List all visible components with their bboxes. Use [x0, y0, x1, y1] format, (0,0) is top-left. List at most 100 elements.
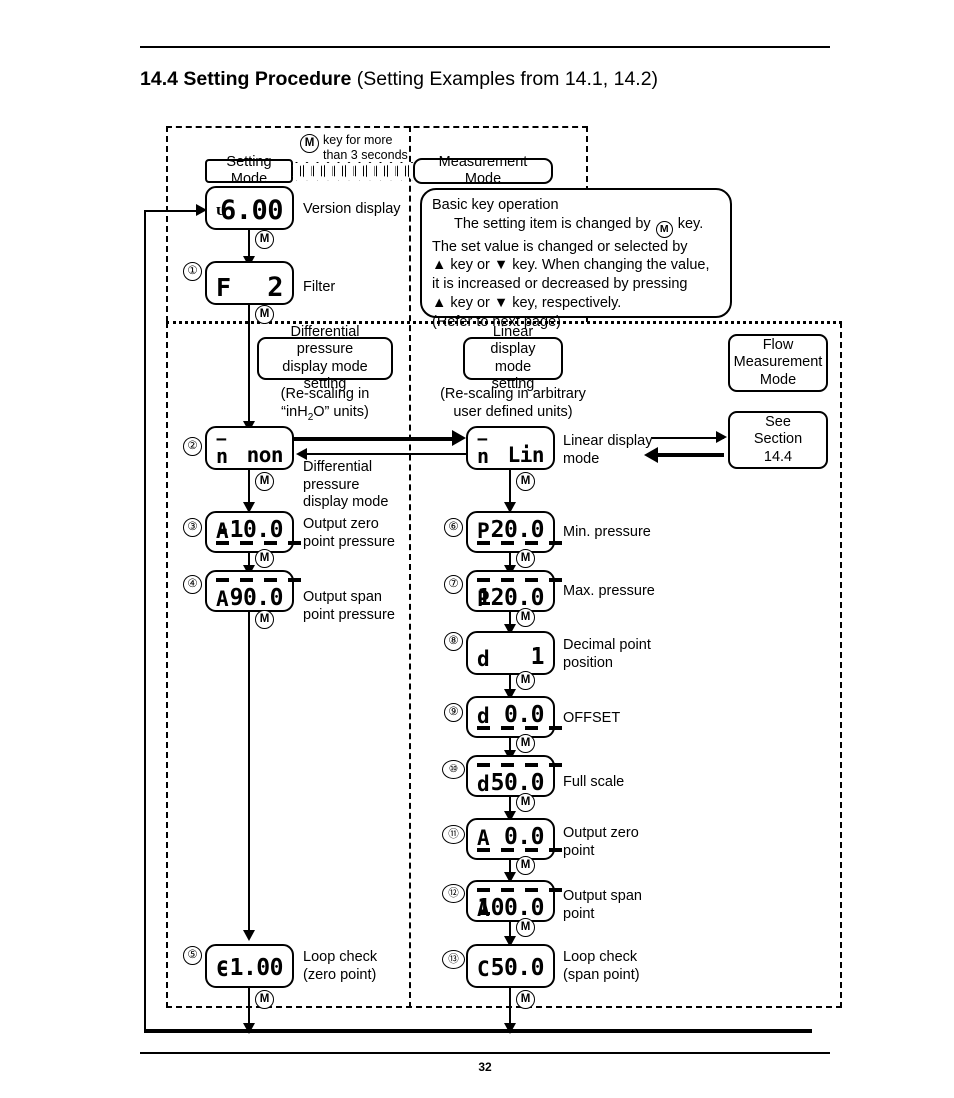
m-key-icon: M [255, 990, 274, 1009]
step-number-7: ⑦ [444, 575, 463, 594]
display-offset-value: 0.0 [503, 702, 545, 728]
keyop-line-3: ▲ key or ▼ key. When changing the value, [432, 257, 710, 274]
m-key-icon: M [255, 472, 274, 491]
display-loop-check-zero-label: Loop check (zero point) [303, 949, 378, 983]
m-key-icon: M [516, 918, 535, 937]
display-segment-marks [216, 578, 301, 582]
display-loop-check-span-lead: C [477, 957, 490, 981]
display-linear-mode-label: Linear display mode [563, 433, 653, 467]
step-number-1: ① [183, 262, 202, 281]
display-segment-marks [477, 888, 562, 892]
page-title: 14.4 Setting Procedure (Setting Examples… [140, 68, 658, 91]
display-loop-check-span: C 50.0 [466, 944, 555, 988]
display-output-span-point-label: Output span point [563, 888, 642, 922]
page-title-rest: (Setting Examples from 14.1, 14.2) [351, 68, 659, 90]
diff-mode-setting-box: Differential pressure display mode setti… [257, 324, 393, 392]
display-linear-mode-lead: n [477, 444, 490, 468]
display-min-pressure-label: Min. pressure [563, 524, 651, 540]
keyop-line-1a: The setting item is changed by [454, 215, 655, 232]
m-key-icon: M [516, 472, 535, 491]
footer-rule [140, 1052, 830, 1054]
linear-mode-setting-label: Linear display mode setting [490, 323, 536, 392]
diff-mode-setting-label: Differential pressure display mode setti… [282, 323, 368, 392]
display-output-span-point: A 100.0 [466, 880, 562, 922]
display-offset-lead: d [477, 704, 490, 728]
keyop-line-2: The set value is changed or selected by [432, 238, 688, 255]
display-max-pressure-label: Max. pressure [563, 583, 655, 599]
page-title-bold: 14.4 Setting Procedure [140, 68, 352, 90]
display-diff-mode-label: Differential pressure display mode [303, 459, 389, 511]
keyop-line-5: ▲ key or ▼ key, respectively. [432, 294, 622, 311]
display-max-pressure-value: 120.0 [477, 585, 544, 611]
display-decimal-point: d 1 [466, 631, 555, 675]
diff-rescale-note-b: O” units) [313, 403, 369, 420]
link-section-to-linear [652, 453, 724, 457]
display-loop-check-zero: C -1.00 [205, 944, 294, 988]
flow-arrowhead [243, 930, 255, 941]
display-offset: d 0.0 [466, 696, 562, 738]
display-output-zero-pressure: A -10.0 [205, 511, 301, 553]
display-output-span-point-value: 100.0 [477, 895, 544, 921]
display-output-zero-pressure-value: -10.0 [216, 517, 283, 543]
flow-outspan-to-loopcheck [248, 612, 250, 936]
m-key-icon: M [516, 990, 535, 1009]
display-output-zero-point-label: Output zero point [563, 825, 639, 859]
link-arrowhead-left [296, 448, 307, 460]
display-output-zero-point: A 0.0 [466, 818, 562, 860]
display-filter-value: 2 [267, 272, 283, 303]
display-diff-mode-lead: n [216, 444, 229, 468]
basic-key-operation-box: Basic key operation The setting item is … [420, 188, 732, 330]
display-output-span-pressure-value: 90.0 [229, 585, 284, 611]
display-output-zero-point-value: 0.0 [503, 824, 545, 850]
display-output-zero-pressure-label: Output zero point pressure [303, 516, 395, 550]
step-number-9: ⑨ [444, 703, 463, 722]
flow-arrowhead [504, 1023, 516, 1034]
display-full-scale-lead: d [477, 772, 490, 796]
display-full-scale-label: Full scale [563, 774, 625, 790]
flow-arrowhead [243, 1023, 255, 1034]
linear-mode-setting-box: Linear display mode setting [463, 324, 563, 392]
link-linear-to-section [652, 437, 724, 439]
display-max-pressure: P 120.0 [466, 570, 562, 612]
display-decimal-point-label: Decimal point position [563, 637, 651, 671]
display-linear-mode: − n Lin [466, 426, 555, 470]
m-key-icon: M [516, 608, 535, 627]
display-version-value: 6.00 [219, 195, 284, 226]
flow-measurement-mode-label: Flow Measurement Mode [733, 336, 823, 388]
display-output-zero-point-lead: A [477, 826, 490, 850]
display-loop-check-zero-value: -1.00 [216, 955, 283, 981]
display-full-scale-value: 50.0 [490, 770, 545, 796]
step-number-10: ⑩ [442, 760, 465, 779]
step-number-4: ④ [183, 575, 202, 594]
link-linear-to-diff [306, 453, 466, 455]
display-loop-check-span-value: 50.0 [490, 955, 545, 981]
m-key-icon: M [516, 734, 535, 753]
link-arrowhead-right [452, 430, 466, 446]
diff-rescale-note: (Re-scaling in “inH2O” units) [251, 386, 399, 424]
keyop-title: Basic key operation [432, 197, 559, 213]
m-key-icon: M [516, 671, 535, 690]
display-diff-mode-value: non [246, 443, 284, 467]
display-decimal-point-lead: d [477, 647, 490, 671]
header-rule [140, 46, 830, 48]
display-version: ᴜ 6.00 [205, 186, 294, 230]
linear-rescale-note: (Re-scaling in arbitrary user defined un… [440, 386, 586, 420]
display-filter-lead: F [216, 273, 232, 302]
display-min-pressure: P 20.0 [466, 511, 562, 553]
display-filter-label: Filter [303, 279, 336, 295]
display-version-label: Version display [303, 201, 401, 217]
step-number-13: ⑬ [442, 950, 465, 969]
display-diff-mode: − n non [205, 426, 294, 470]
m-key-note: key for more than 3 seconds [323, 133, 408, 163]
m-key-icon: M [516, 793, 535, 812]
m-key-icon: M [255, 305, 274, 324]
see-section-box: See Section 14.4 [728, 411, 828, 469]
display-output-span-pressure: A 90.0 [205, 570, 301, 612]
m-key-icon: M [255, 230, 274, 249]
display-loop-check-span-label: Loop check (span point) [563, 949, 640, 983]
display-segment-marks [477, 578, 562, 582]
display-output-span-pressure-lead: A [216, 587, 229, 611]
display-full-scale: d 50.0 [466, 755, 562, 797]
m-key-icon: M [516, 549, 535, 568]
measurement-mode-box: Measurement Mode [413, 154, 553, 187]
